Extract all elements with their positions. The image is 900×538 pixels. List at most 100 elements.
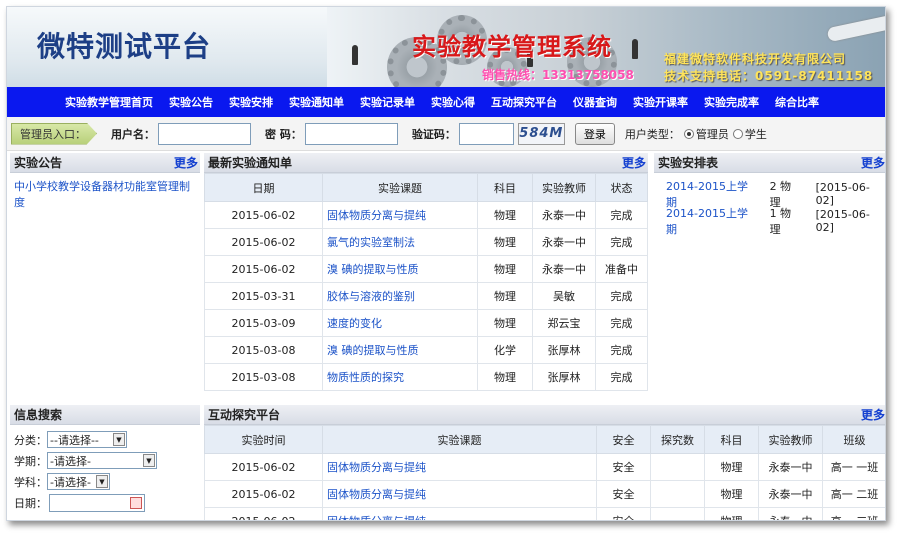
safety-cell: 安全 [596,453,651,481]
topic-cell[interactable]: 固体物质分离与提纯 [322,201,478,229]
category-label: 分类： [14,433,47,447]
notices-title: 最新实验通知单 [208,156,293,170]
main-nav: 实验教学管理首页 实验公告 实验安排 实验通知单 实验记录单 实验心得 互动探究… [7,87,885,117]
teacher-cell: 张厚林 [532,336,596,364]
topic-cell[interactable]: 氯气的实验室制法 [322,228,478,256]
col-teacher: 实验教师 [532,173,596,202]
topic-cell[interactable]: 固体物质分离与提纯 [322,453,597,481]
status-cell: 完成 [595,228,648,256]
nav-overall-ratio[interactable]: 综合比率 [775,94,819,110]
teacher-cell: 永泰一中 [758,453,823,481]
announcement-more-link[interactable]: 更多 [174,154,198,171]
subject-cell: 物理 [477,255,533,283]
schedule-panel: 实验安排表 更多 2014-2015上学期 2 物理 [2015-06-02] 2014… [654,153,885,403]
schedule-more-link[interactable]: 更多 [861,154,885,171]
date-cell: 2015-03-08 [204,363,323,391]
topic-cell[interactable]: 溴 碘的提取与性质 [322,255,478,283]
nav-course-rate[interactable]: 实验开课率 [633,94,688,110]
interactive-title: 互动探究平台 [208,408,281,422]
site-logo[interactable]: 微特测试平台 [37,25,211,65]
date-cell: 2015-03-08 [204,336,323,364]
notices-table: 日期 实验课题 科目 实验教师 状态 2015-06-02 固体物质分离与提纯 物理… [204,173,648,391]
topic-cell[interactable]: 胶体与溶液的鉴别 [322,282,478,310]
teacher-cell: 吴敏 [532,282,596,310]
chevron-down-icon: ▼ [113,433,125,446]
nav-home[interactable]: 实验教学管理首页 [65,94,153,110]
nav-announcements[interactable]: 实验公告 [169,94,213,110]
date-label: 日期： [14,496,47,510]
interactive-panel: 互动探究平台 更多 实验时间 实验课题 安全 探究数 科目 实验教师 班级 201… [204,405,885,520]
captcha-input[interactable] [458,122,514,145]
announcement-title: 实验公告 [14,156,63,170]
term-select[interactable]: -请选择- ▼ [47,452,157,469]
radio-admin[interactable] [683,128,694,139]
time-cell: 2015-06-02 [204,453,323,481]
explore-count-cell [650,507,705,520]
captcha-image[interactable]: 584M [517,122,565,145]
time-cell: 2015-06-02 [204,480,323,508]
status-cell: 完成 [595,282,648,310]
nav-instrument-search[interactable]: 仪器查询 [573,94,617,110]
topic-cell[interactable]: 物质性质的探究 [322,363,478,391]
password-input[interactable] [304,122,398,145]
username-label: 用户名： [111,127,155,141]
date-cell: 2015-03-31 [204,282,323,310]
col-date: 日期 [204,173,323,202]
schedule-date: [2015-06-02] [815,180,870,207]
radio-student[interactable] [732,128,743,139]
nav-notices[interactable]: 实验通知单 [289,94,344,110]
col-class: 班级 [822,425,885,454]
class-cell: 高一 三班 [822,507,885,520]
teacher-cell: 永泰一中 [758,480,823,508]
class-cell: 高一 一班 [822,453,885,481]
subject-label: 学科： [14,475,47,489]
status-cell: 准备中 [595,255,648,283]
interactive-more-link[interactable]: 更多 [861,406,885,423]
date-cell: 2015-06-02 [204,255,323,283]
date-cell: 2015-06-02 [204,228,323,256]
topic-cell[interactable]: 固体物质分离与提纯 [322,507,597,520]
sales-hotline: 销售热线：13313758058 [482,68,634,82]
schedule-title: 实验安排表 [658,156,719,170]
subject-cell: 物理 [704,480,759,508]
term-label: 学期： [14,454,47,468]
teacher-cell: 郑云宝 [532,309,596,337]
term-select-value: -请选择- [50,454,91,468]
table-row: 2015-06-02 溴 碘的提取与性质 物理 永泰一中 准备中 [204,255,648,283]
schedule-subject: 1 物理 [769,206,792,236]
calendar-icon[interactable] [130,496,142,509]
topic-cell[interactable]: 固体物质分离与提纯 [322,480,597,508]
subject-cell: 物理 [477,282,533,310]
nav-records[interactable]: 实验记录单 [360,94,415,110]
col-topic: 实验课题 [322,425,597,454]
class-cell: 高一 二班 [822,480,885,508]
date-input[interactable] [49,493,145,512]
subject-cell: 物理 [704,507,759,520]
nav-interactive[interactable]: 互动探究平台 [491,94,557,110]
table-row: 2015-06-02 氯气的实验室制法 物理 永泰一中 完成 [204,228,648,256]
announcement-list: 中小学校教学设备器材功能室管理制度 [10,173,200,217]
table-row: 2015-06-02 固体物质分离与提纯 安全 物理 永泰一中 高一 二班 [204,480,885,508]
subject-select[interactable]: -请选择- ▼ [47,473,110,490]
subject-cell: 物理 [477,201,533,229]
status-cell: 完成 [595,309,648,337]
nav-arrangement[interactable]: 实验安排 [229,94,273,110]
nav-reflections[interactable]: 实验心得 [431,94,475,110]
announcement-item[interactable]: 中小学校教学设备器材功能室管理制度 [14,179,196,211]
username-input[interactable] [158,122,251,145]
topic-cell[interactable]: 溴 碘的提取与性质 [322,336,478,364]
company-name: 福建微特软件科技开发有限公司 [664,52,847,66]
notices-more-link[interactable]: 更多 [622,154,646,171]
password-label: 密 码： [265,127,302,141]
topic-cell[interactable]: 速度的变化 [322,309,478,337]
category-select[interactable]: --请选择-- ▼ [47,431,127,448]
teacher-cell: 永泰一中 [758,507,823,520]
chevron-down-icon: ▼ [96,475,108,488]
nav-completion-rate[interactable]: 实验完成率 [704,94,759,110]
login-button[interactable]: 登录 [574,122,615,145]
teacher-cell: 张厚林 [532,363,596,391]
schedule-term-link[interactable]: 2014-2015上学期 [666,205,758,237]
subject-cell: 物理 [704,453,759,481]
safety-cell: 安全 [596,507,651,520]
status-cell: 完成 [595,363,648,391]
